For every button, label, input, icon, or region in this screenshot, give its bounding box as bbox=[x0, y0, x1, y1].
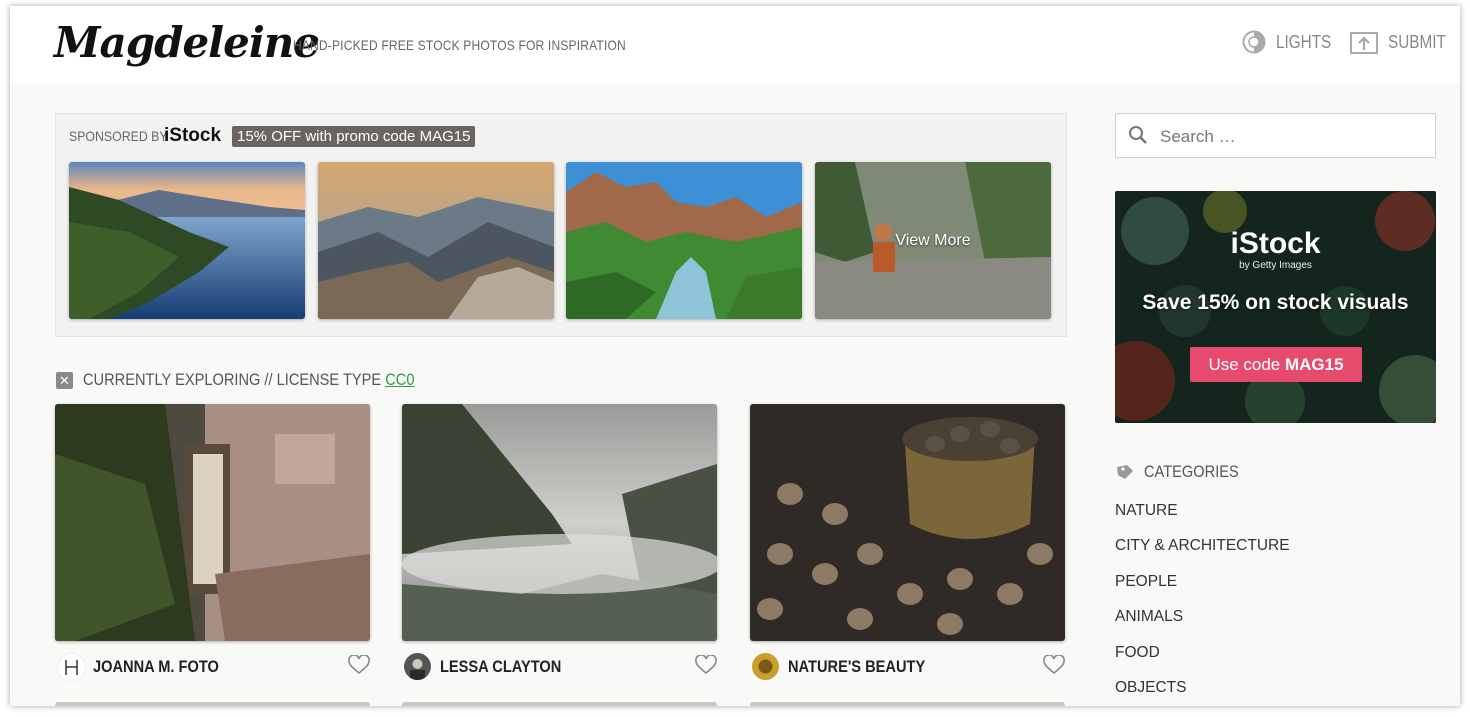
filter-license-link[interactable]: CC0 bbox=[385, 370, 414, 389]
heart-icon[interactable] bbox=[695, 655, 717, 675]
next-row-photo-peek[interactable] bbox=[402, 702, 717, 706]
next-row-photo-peek[interactable] bbox=[55, 702, 370, 706]
category-food[interactable]: FOOD bbox=[1115, 644, 1290, 679]
photo-card: JOANNA M. FOTO bbox=[55, 404, 370, 689]
ad-cta-code: MAG15 bbox=[1284, 355, 1344, 374]
category-people[interactable]: PEOPLE bbox=[1115, 573, 1290, 608]
search-icon bbox=[1129, 126, 1147, 144]
site-logo[interactable]: Magdeleine bbox=[54, 18, 320, 67]
lights-label: LIGHTS bbox=[1276, 31, 1332, 52]
sponsored-thumb-lake[interactable] bbox=[69, 162, 305, 319]
next-row-photo-peek[interactable] bbox=[750, 702, 1065, 706]
author-avatar[interactable] bbox=[57, 653, 86, 682]
category-list: NATURE CITY & ARCHITECTURE PEOPLE ANIMAL… bbox=[1115, 502, 1290, 706]
ad-byline: by Getty Images bbox=[1239, 260, 1312, 271]
tag-icon bbox=[1117, 465, 1133, 479]
istock-brand[interactable]: iStock bbox=[164, 125, 221, 147]
author-name[interactable]: JOANNA M. FOTO bbox=[93, 657, 219, 677]
author-name[interactable]: LESSA CLAYTON bbox=[440, 657, 561, 677]
photo-card: NATURE'S BEAUTY bbox=[750, 404, 1065, 689]
search-input[interactable] bbox=[1158, 114, 1427, 159]
submit-button[interactable]: SUBMIT bbox=[1350, 30, 1456, 54]
author-avatar[interactable] bbox=[752, 653, 779, 680]
sponsored-thumb-mountains[interactable] bbox=[318, 162, 554, 319]
site-tagline: HAND-PICKED FREE STOCK PHOTOS FOR INSPIR… bbox=[293, 37, 626, 53]
author-avatar[interactable] bbox=[404, 653, 431, 680]
heart-icon[interactable] bbox=[348, 655, 370, 675]
photo-image[interactable] bbox=[402, 404, 717, 641]
filter-prefix: CURRENTLY EXPLORING // LICENSE TYPE bbox=[83, 370, 382, 389]
filter-text: CURRENTLY EXPLORING // LICENSE TYPE CC0 bbox=[83, 370, 415, 390]
lights-toggle-button[interactable]: LIGHTS bbox=[1242, 30, 1341, 54]
search-box bbox=[1115, 113, 1436, 159]
site-header: Magdeleine HAND-PICKED FREE STOCK PHOTOS… bbox=[10, 6, 1460, 83]
sponsored-box: SPONSORED BY iStock 15% OFF with promo c… bbox=[55, 113, 1067, 337]
photo-meta: LESSA CLAYTON bbox=[402, 649, 717, 689]
photo-image[interactable] bbox=[55, 404, 370, 641]
category-animals[interactable]: ANIMALS bbox=[1115, 608, 1290, 643]
view-more-label[interactable]: View More bbox=[815, 162, 1051, 319]
istock-ad-banner[interactable]: iStock by Getty Images Save 15% on stock… bbox=[1115, 191, 1436, 423]
filter-bar: ✕ CURRENTLY EXPLORING // LICENSE TYPE CC… bbox=[56, 370, 468, 390]
heart-icon[interactable] bbox=[1043, 655, 1065, 675]
ad-cta-prefix: Use code bbox=[1208, 355, 1285, 374]
submit-label: SUBMIT bbox=[1388, 31, 1446, 52]
photo-meta: NATURE'S BEAUTY bbox=[750, 649, 1065, 689]
upload-icon bbox=[1350, 32, 1378, 54]
clear-filter-close-icon[interactable]: ✕ bbox=[56, 371, 73, 389]
category-objects[interactable]: OBJECTS bbox=[1115, 679, 1290, 706]
contrast-icon bbox=[1242, 30, 1266, 54]
sponsored-thumb-hiker[interactable]: View More bbox=[815, 162, 1051, 319]
categories-heading: CATEGORIES bbox=[1115, 462, 1254, 482]
category-nature[interactable]: NATURE bbox=[1115, 502, 1290, 537]
sponsored-thumb-canyon[interactable] bbox=[566, 162, 802, 319]
ad-headline: Save 15% on stock visuals bbox=[1142, 291, 1409, 314]
ad-istock-logo: iStock bbox=[1230, 227, 1321, 260]
photo-card: LESSA CLAYTON bbox=[402, 404, 717, 689]
author-name[interactable]: NATURE'S BEAUTY bbox=[788, 657, 925, 677]
browser-viewport: Magdeleine HAND-PICKED FREE STOCK PHOTOS… bbox=[10, 6, 1460, 706]
promo-badge[interactable]: 15% OFF with promo code MAG15 bbox=[232, 126, 476, 147]
sponsored-label: SPONSORED BY bbox=[69, 128, 168, 144]
ad-cta-button[interactable]: Use code MAG15 bbox=[1190, 347, 1362, 382]
photo-image[interactable] bbox=[750, 404, 1065, 641]
categories-title: CATEGORIES bbox=[1144, 462, 1239, 481]
category-city-architecture[interactable]: CITY & ARCHITECTURE bbox=[1115, 537, 1290, 572]
photo-meta: JOANNA M. FOTO bbox=[55, 649, 370, 689]
